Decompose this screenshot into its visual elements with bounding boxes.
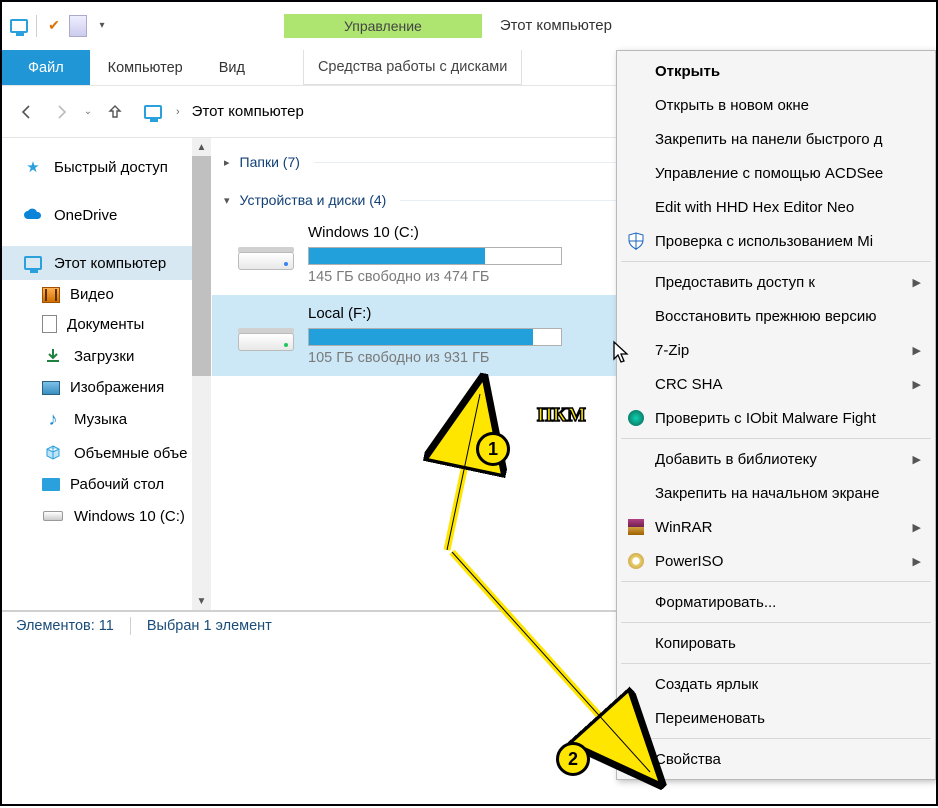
annotation-arrow-2 [2,2,938,808]
annotation-rmb-label: ПКМ [537,404,586,427]
